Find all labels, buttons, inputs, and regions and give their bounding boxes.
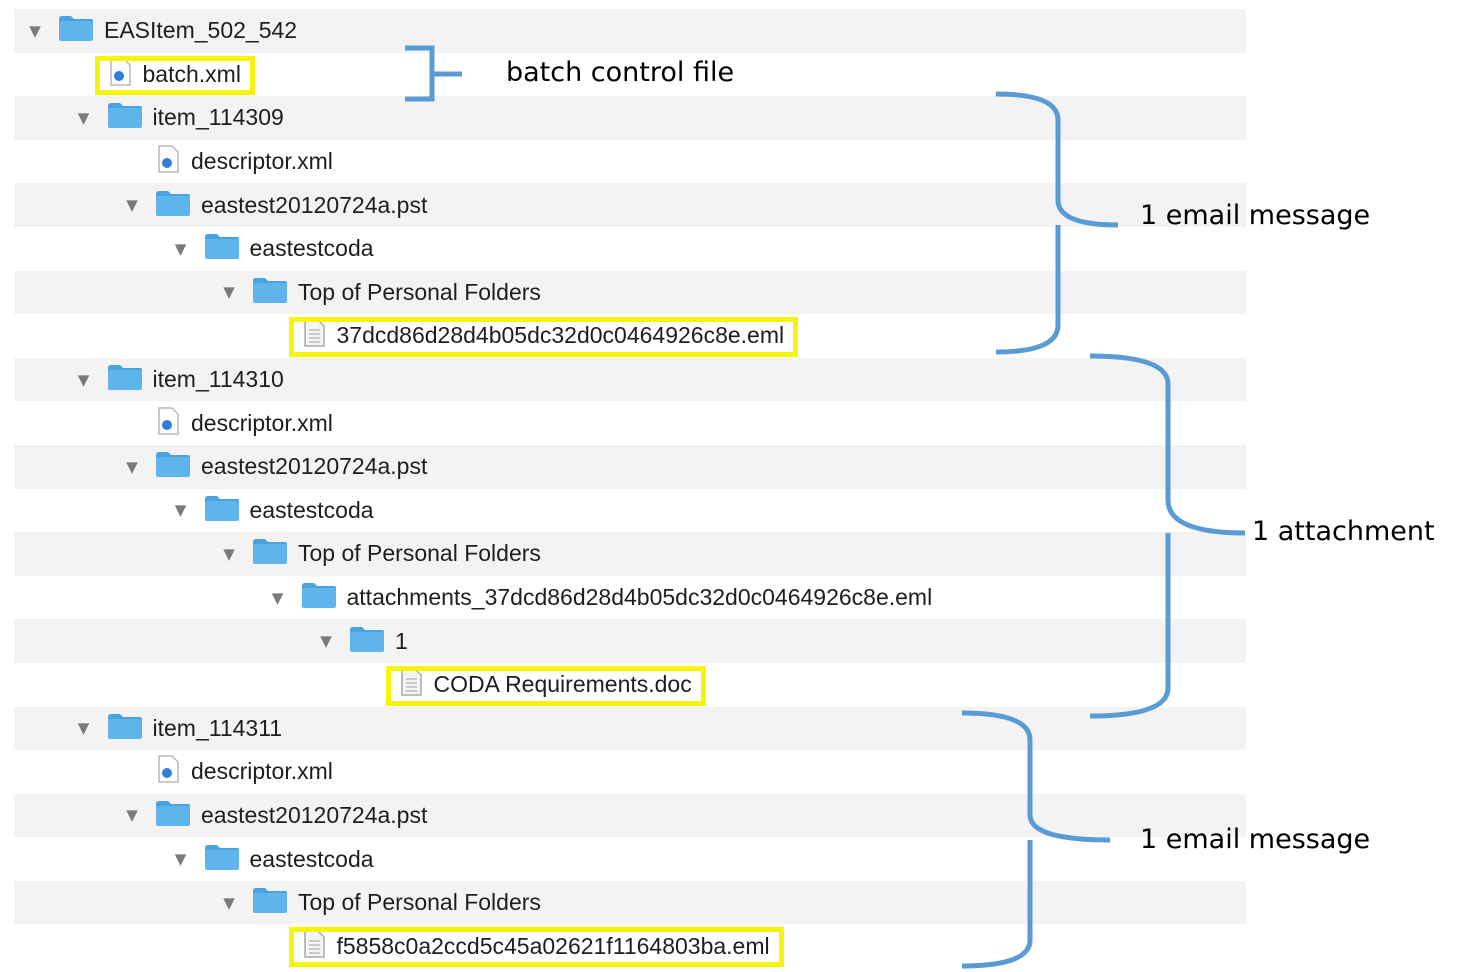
tree-item-label: descriptor.xml — [191, 409, 333, 436]
disclosure-triangle-icon[interactable]: ▼ — [218, 281, 240, 303]
disclosure-triangle-icon[interactable]: ▼ — [121, 804, 143, 826]
document-icon — [301, 318, 327, 353]
tree-row[interactable]: ▼descriptor.xml — [14, 139, 1246, 184]
tree-item-label: 37dcd86d28d4b05dc32d0c0464926c8e.eml — [336, 322, 785, 349]
tree-item-label: f5858c0a2ccd5c45a02621f1164803ba.eml — [336, 932, 770, 959]
disclosure-triangle-icon[interactable]: ▼ — [73, 717, 95, 739]
tree-row[interactable]: ▼ item_114311 — [14, 706, 1246, 751]
xml-file-icon — [107, 57, 133, 92]
tree-row[interactable]: ▼ eastest20120724a.pst — [14, 444, 1246, 489]
folder-icon — [204, 843, 240, 876]
folder-icon — [204, 232, 240, 265]
file-tree: ▼EASItem_502_542▼batch.xml▼item_114309▼d… — [14, 9, 1246, 969]
tree-row[interactable]: ▼ attachments_37dcd86d28d4b05dc32d0c04649… — [14, 575, 1246, 620]
tree-row[interactable]: ▼ item_114309 — [14, 96, 1246, 140]
tree-item-label: Top of Personal Folders — [298, 540, 541, 567]
disclosure-triangle-icon[interactable]: ▼ — [267, 587, 289, 609]
tree-item-label: item_114310 — [152, 366, 284, 393]
disclosure-triangle-icon[interactable]: ▼ — [24, 20, 46, 42]
folder-icon — [252, 886, 288, 919]
folder-icon — [107, 363, 143, 396]
tree-row[interactable]: ▼ eastestcoda — [14, 488, 1246, 533]
disclosure-triangle-icon[interactable]: ▼ — [121, 194, 143, 216]
tree-item-label: eastest20120724a.pst — [201, 191, 428, 218]
tree-row[interactable]: ▼f5858c0a2ccd5c45a02621f1164803ba.eml — [14, 924, 1246, 969]
tree-item-label: eastest20120724a.pst — [201, 453, 428, 480]
folder-icon — [155, 799, 191, 832]
disclosure-triangle-icon[interactable]: ▼ — [170, 848, 192, 870]
tree-item-label: eastest20120724a.pst — [201, 801, 428, 828]
tree-row[interactable]: ▼descriptor.xml — [14, 750, 1246, 794]
tree-row[interactable]: ▼ Top of Personal Folders — [14, 880, 1246, 925]
folder-icon — [107, 712, 143, 745]
tree-row[interactable]: ▼ 1 — [14, 619, 1246, 663]
folder-icon — [155, 450, 191, 483]
tree-row[interactable]: ▼37dcd86d28d4b05dc32d0c0464926c8e.eml — [14, 314, 1246, 358]
xml-file-icon — [155, 406, 181, 441]
folder-icon — [349, 625, 385, 658]
tree-item-label: attachments_37dcd86d28d4b05dc32d0c046492… — [346, 584, 933, 611]
tree-row[interactable]: ▼ eastest20120724a.pst — [14, 183, 1246, 227]
tree-item-label: 1 — [395, 627, 408, 654]
disclosure-triangle-icon[interactable]: ▼ — [73, 369, 95, 391]
annotation-label-email-2: 1 email message — [1140, 824, 1371, 855]
folder-icon — [301, 581, 337, 614]
xml-file-icon — [155, 754, 181, 789]
document-icon — [398, 667, 424, 702]
tree-row[interactable]: ▼ eastestcoda — [14, 226, 1246, 271]
tree-item-label: descriptor.xml — [191, 758, 333, 785]
tree-item-label: CODA Requirements.doc — [433, 671, 692, 698]
tree-item-label: item_114309 — [152, 104, 284, 131]
tree-row[interactable]: ▼ eastest20120724a.pst — [14, 793, 1246, 838]
folder-icon — [204, 494, 240, 527]
tree-item-label: Top of Personal Folders — [298, 278, 541, 305]
tree-item-label: Top of Personal Folders — [298, 889, 541, 916]
disclosure-triangle-icon[interactable]: ▼ — [121, 456, 143, 478]
annotation-label-attachment: 1 attachment — [1252, 516, 1435, 547]
folder-icon — [58, 14, 94, 47]
xml-file-icon — [155, 144, 181, 179]
folder-icon — [155, 189, 191, 222]
disclosure-triangle-icon[interactable]: ▼ — [170, 238, 192, 260]
tree-item-label: item_114311 — [152, 714, 283, 741]
annotation-label-email-1: 1 email message — [1140, 200, 1371, 231]
tree-row[interactable]: ▼CODA Requirements.doc — [14, 662, 1246, 707]
folder-icon — [107, 101, 143, 134]
tree-row[interactable]: ▼descriptor.xml — [14, 401, 1246, 445]
tree-row[interactable]: ▼ eastestcoda — [14, 837, 1246, 881]
document-icon — [301, 929, 327, 964]
disclosure-triangle-icon[interactable]: ▼ — [170, 499, 192, 521]
tree-item-label: eastestcoda — [249, 845, 374, 872]
tree-item-label: EASItem_502_542 — [104, 17, 298, 44]
tree-row[interactable]: ▼ item_114310 — [14, 357, 1246, 402]
tree-item-label: batch.xml — [142, 60, 241, 87]
tree-item-label: descriptor.xml — [191, 148, 333, 175]
tree-item-label: eastestcoda — [249, 235, 374, 262]
annotation-label-batch: batch control file — [506, 57, 735, 88]
folder-icon — [252, 537, 288, 570]
disclosure-triangle-icon[interactable]: ▼ — [73, 107, 95, 129]
disclosure-triangle-icon[interactable]: ▼ — [218, 892, 240, 914]
disclosure-triangle-icon[interactable]: ▼ — [315, 630, 337, 652]
tree-row[interactable]: ▼ Top of Personal Folders — [14, 532, 1246, 576]
tree-row[interactable]: ▼ Top of Personal Folders — [14, 270, 1246, 315]
disclosure-triangle-icon[interactable]: ▼ — [218, 543, 240, 565]
tree-item-label: eastestcoda — [249, 496, 374, 523]
tree-row[interactable]: ▼ EASItem_502_542 — [14, 9, 1246, 53]
folder-icon — [252, 276, 288, 309]
